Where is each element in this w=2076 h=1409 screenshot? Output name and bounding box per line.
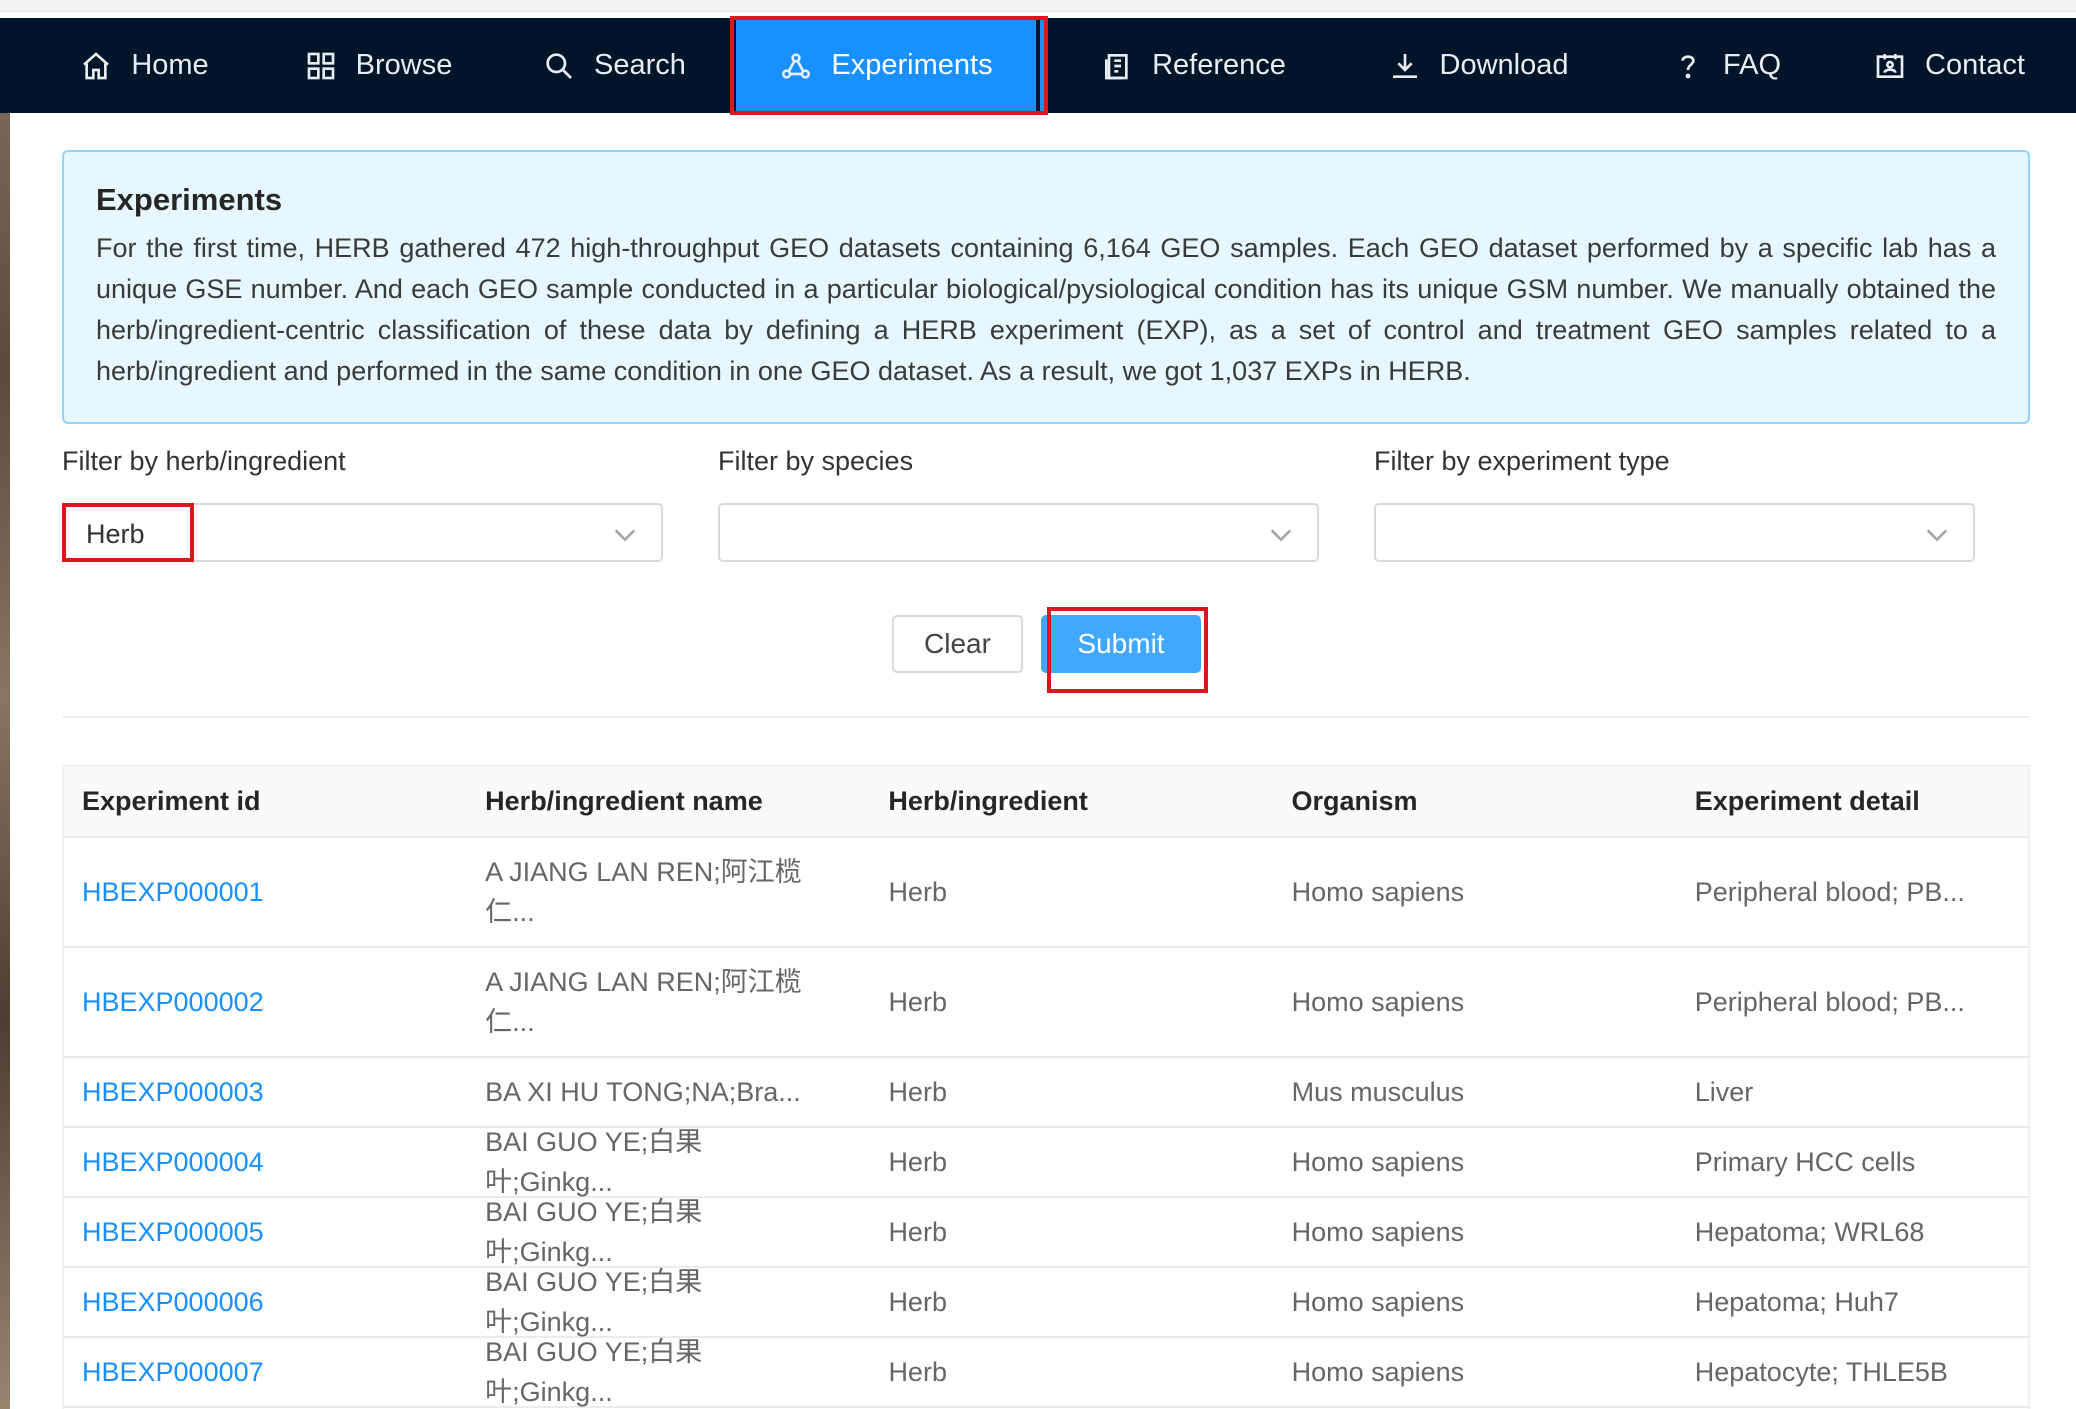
- detail-cell: Liver: [1694, 1077, 1754, 1107]
- nav-home-label: Home: [131, 49, 209, 81]
- herb-name-cell: BAI GUO YE;白果叶;Ginkg...: [485, 1127, 703, 1197]
- experiment-id-link[interactable]: HBEXP000006: [64, 1282, 467, 1322]
- detail-cell: Hepatocyte; THLE5B: [1694, 1357, 1948, 1387]
- info-title: Experiments: [96, 182, 283, 217]
- species-filter-label: Filter by species: [718, 446, 914, 476]
- grid-icon: [304, 49, 338, 83]
- page: Home Browse Search Experiments Reference…: [0, 0, 2076, 1409]
- experiment-id-link[interactable]: HBEXP000001: [64, 872, 467, 912]
- submit-button[interactable]: Submit: [1041, 615, 1201, 673]
- nav-search-label: Search: [594, 49, 686, 81]
- main-nav: Home Browse Search Experiments Reference…: [0, 16, 2076, 115]
- header-experiment-detail[interactable]: Experiment detail: [1677, 786, 2028, 817]
- organism-cell: Homo sapiens: [1291, 1287, 1465, 1317]
- nav-reference-label: Reference: [1152, 49, 1286, 81]
- network-icon: [779, 49, 813, 83]
- nav-browse-label: Browse: [355, 49, 453, 81]
- experiment-id-link[interactable]: HBEXP000002: [64, 982, 467, 1022]
- nav-contact[interactable]: Contact: [1834, 18, 2064, 113]
- chevron-down-icon: [1267, 521, 1295, 549]
- nav-home[interactable]: Home: [30, 18, 258, 113]
- background-strip: [0, 112, 10, 1409]
- herb-name-cell: BAI GUO YE;白果叶;Ginkg...: [485, 1197, 703, 1267]
- organism-cell: Homo sapiens: [1291, 1217, 1465, 1247]
- chevron-down-icon: [1923, 521, 1951, 549]
- nav-download[interactable]: Download: [1338, 18, 1618, 113]
- herb-type-cell: Herb: [888, 1147, 947, 1177]
- herb-type-cell: Herb: [888, 987, 947, 1017]
- table-row: HBEXP000001 A JIANG LAN REN;阿江榄仁... Herb…: [64, 838, 2028, 948]
- header-organism[interactable]: Organism: [1274, 786, 1677, 817]
- nav-reference[interactable]: Reference: [1048, 18, 1338, 113]
- nav-experiments[interactable]: Experiments: [730, 16, 1048, 115]
- nav-faq-label: FAQ: [1722, 49, 1781, 81]
- herb-name-cell: BAI GUO YE;白果叶;Ginkg...: [485, 1337, 703, 1407]
- organism-cell: Mus musculus: [1291, 1077, 1465, 1107]
- table-row: HBEXP000004 BAI GUO YE;白果叶;Ginkg... Herb…: [64, 1127, 2028, 1198]
- header-herb-name[interactable]: Herb/ingredient name: [467, 786, 870, 817]
- detail-cell: Hepatoma; Huh7: [1694, 1287, 1899, 1317]
- organism-cell: Homo sapiens: [1291, 1357, 1465, 1387]
- herb-name-cell: A JIANG LAN REN;阿江榄仁...: [485, 967, 802, 1037]
- document-icon: [1100, 49, 1134, 83]
- experiments-table: Experiment id Herb/ingredient name Herb/…: [62, 765, 2030, 1409]
- clear-button[interactable]: Clear: [892, 615, 1023, 673]
- table-row: HBEXP000003 BA XI HU TONG;NA;Bra... Herb…: [64, 1058, 2028, 1128]
- table-row: HBEXP000007 BAI GUO YE;白果叶;Ginkg... Herb…: [64, 1337, 2028, 1408]
- herb-name-cell: A JIANG LAN REN;阿江榄仁...: [485, 857, 802, 927]
- herb-type-cell: Herb: [888, 1217, 947, 1247]
- experiment-id-link[interactable]: HBEXP000003: [64, 1072, 467, 1112]
- herb-type-cell: Herb: [888, 877, 947, 907]
- table-row: HBEXP000006 BAI GUO YE;白果叶;Ginkg... Herb…: [64, 1267, 2028, 1338]
- experiments-info-box: Experiments For the first time, HERB gat…: [62, 150, 2030, 424]
- search-icon: [542, 49, 576, 83]
- organism-cell: Homo sapiens: [1291, 877, 1465, 907]
- download-icon: [1388, 49, 1422, 83]
- nav-experiments-label: Experiments: [831, 49, 993, 81]
- nav-active-accent: [1040, 18, 1048, 113]
- divider: [62, 716, 2030, 718]
- chevron-down-icon: [611, 521, 639, 549]
- herb-type-cell: Herb: [888, 1357, 947, 1387]
- herb-type-cell: Herb: [888, 1077, 947, 1107]
- header-experiment-id[interactable]: Experiment id: [64, 786, 467, 817]
- type-filter-label: Filter by experiment type: [1374, 446, 1670, 476]
- table-row: HBEXP000002 A JIANG LAN REN;阿江榄仁... Herb…: [64, 948, 2028, 1058]
- experiment-type-filter-select[interactable]: [1374, 503, 1975, 562]
- nav-download-label: Download: [1439, 49, 1569, 81]
- header-herb-ingredient[interactable]: Herb/ingredient: [870, 786, 1273, 817]
- detail-cell: Peripheral blood; PB...: [1694, 987, 1965, 1017]
- detail-cell: Primary HCC cells: [1694, 1147, 1916, 1177]
- experiment-id-link[interactable]: HBEXP000004: [64, 1142, 467, 1182]
- detail-cell: Hepatoma; WRL68: [1694, 1217, 1925, 1247]
- herb-name-cell: BA XI HU TONG;NA;Bra...: [485, 1077, 801, 1107]
- experiment-id-link[interactable]: HBEXP000007: [64, 1352, 467, 1392]
- herb-filter-select[interactable]: Herb: [62, 503, 663, 562]
- species-filter-select[interactable]: [718, 503, 1319, 562]
- info-text: For the first time, HERB gathered 472 hi…: [96, 233, 1996, 386]
- herb-name-cell: BAI GUO YE;白果叶;Ginkg...: [485, 1267, 703, 1337]
- nav-search[interactable]: Search: [498, 18, 730, 113]
- herb-filter-label: Filter by herb/ingredient: [62, 446, 346, 476]
- experiment-id-link[interactable]: HBEXP000005: [64, 1212, 467, 1252]
- herb-type-cell: Herb: [888, 1287, 947, 1317]
- browser-top-edge: [0, 0, 2076, 12]
- table-row: HBEXP000005 BAI GUO YE;白果叶;Ginkg... Herb…: [64, 1197, 2028, 1268]
- question-icon: [1671, 49, 1705, 83]
- table-header: Experiment id Herb/ingredient name Herb/…: [64, 767, 2028, 838]
- home-icon: [79, 49, 113, 83]
- contact-card-icon: [1873, 49, 1907, 83]
- nav-faq[interactable]: FAQ: [1618, 18, 1834, 113]
- organism-cell: Homo sapiens: [1291, 987, 1465, 1017]
- detail-cell: Peripheral blood; PB...: [1694, 877, 1965, 907]
- herb-filter-value: Herb: [86, 519, 145, 549]
- nav-contact-label: Contact: [1925, 49, 2025, 81]
- nav-browse[interactable]: Browse: [258, 18, 498, 113]
- organism-cell: Homo sapiens: [1291, 1147, 1465, 1177]
